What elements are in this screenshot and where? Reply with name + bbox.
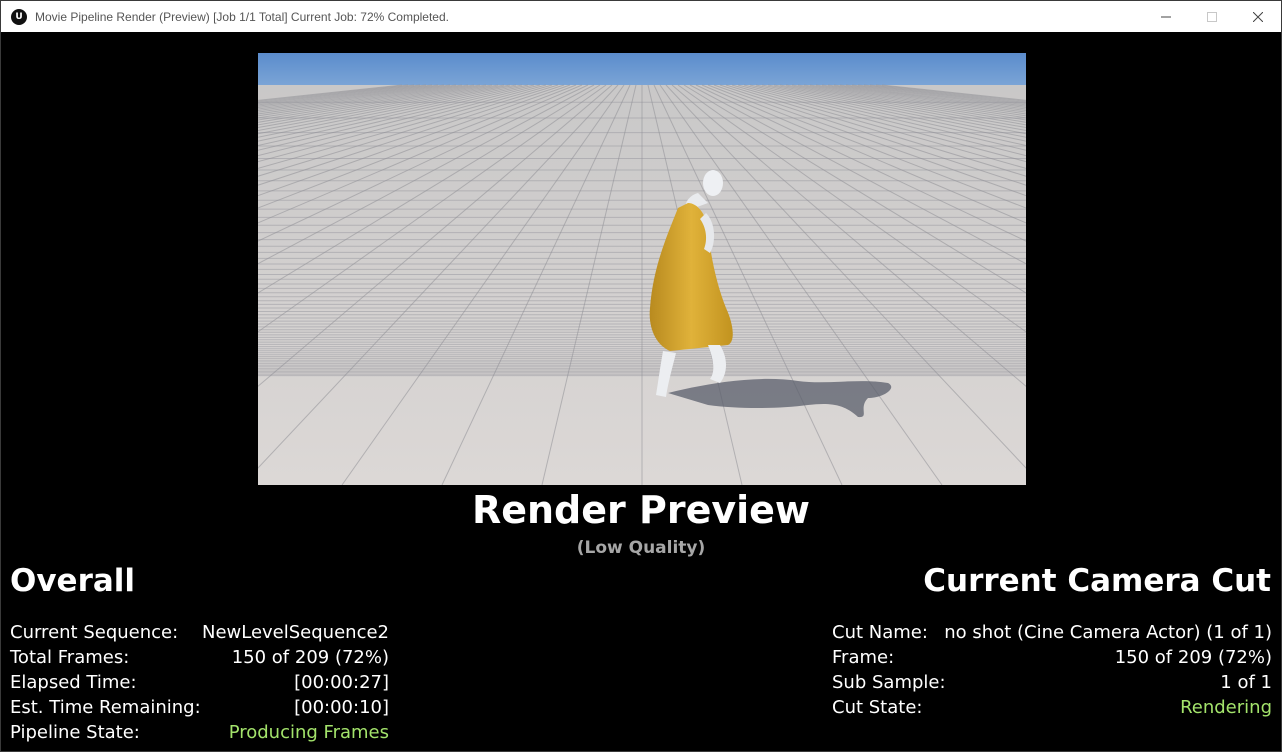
preview-quality-label: (Low Quality) — [576, 538, 706, 558]
preview-title: Render Preview — [471, 488, 811, 532]
title-bar[interactable]: U Movie Pipeline Render (Preview) [Job 1… — [1, 1, 1281, 32]
stat-label: Elapsed Time: — [10, 672, 137, 693]
overall-stats: Current Sequence: NewLevelSequence2 Tota… — [10, 620, 389, 745]
stat-row-elapsed-time: Elapsed Time: [00:00:27] — [10, 670, 389, 695]
stat-value: no shot (Cine Camera Actor) (1 of 1) — [944, 622, 1272, 643]
pipeline-state-value: Producing Frames — [228, 722, 389, 743]
unreal-logo-icon: U — [11, 8, 27, 25]
overall-heading: Overall — [10, 563, 136, 599]
maximize-button[interactable] — [1189, 1, 1235, 32]
stat-row-time-remaining: Est. Time Remaining: [00:00:10] — [10, 695, 389, 720]
stat-label: Frame: — [832, 647, 895, 668]
stat-row-frame: Frame: 150 of 209 (72%) — [832, 645, 1272, 670]
stat-label: Cut State: — [832, 697, 923, 718]
camera-cut-heading: Current Camera Cut — [923, 563, 1271, 599]
stat-row-cut-state: Cut State: Rendering — [832, 695, 1272, 720]
stat-label: Cut Name: — [832, 622, 928, 643]
stat-label: Pipeline State: — [10, 722, 140, 743]
stat-row-pipeline-state: Pipeline State: Producing Frames — [10, 720, 389, 745]
minimize-button[interactable] — [1143, 1, 1189, 32]
stat-value: 1 of 1 — [1220, 672, 1272, 693]
minimize-icon — [1161, 16, 1171, 17]
window-controls — [1143, 1, 1281, 32]
close-button[interactable] — [1235, 1, 1281, 32]
stat-value: 150 of 209 (72%) — [231, 647, 389, 668]
stat-value: NewLevelSequence2 — [201, 622, 389, 643]
maximize-icon — [1207, 11, 1217, 22]
stat-value: [00:00:27] — [294, 672, 389, 693]
stat-row-current-sequence: Current Sequence: NewLevelSequence2 — [10, 620, 389, 645]
stat-label: Est. Time Remaining: — [10, 697, 201, 718]
stat-label: Sub Sample: — [832, 672, 946, 693]
cut-state-value: Rendering — [1180, 697, 1272, 718]
stat-value: [00:00:10] — [294, 697, 389, 718]
stat-value: 150 of 209 (72%) — [1114, 647, 1272, 668]
stat-row-cut-name: Cut Name: no shot (Cine Camera Actor) (1… — [832, 620, 1272, 645]
render-preview-image — [258, 53, 1026, 485]
stat-label: Current Sequence: — [10, 622, 179, 643]
stat-row-total-frames: Total Frames: 150 of 209 (72%) — [10, 645, 389, 670]
render-preview-window: U Movie Pipeline Render (Preview) [Job 1… — [0, 0, 1282, 752]
close-icon — [1253, 11, 1263, 22]
window-title: Movie Pipeline Render (Preview) [Job 1/1… — [35, 9, 449, 24]
stat-row-sub-sample: Sub Sample: 1 of 1 — [832, 670, 1272, 695]
stat-label: Total Frames: — [10, 647, 130, 668]
camera-cut-stats: Cut Name: no shot (Cine Camera Actor) (1… — [832, 620, 1272, 720]
